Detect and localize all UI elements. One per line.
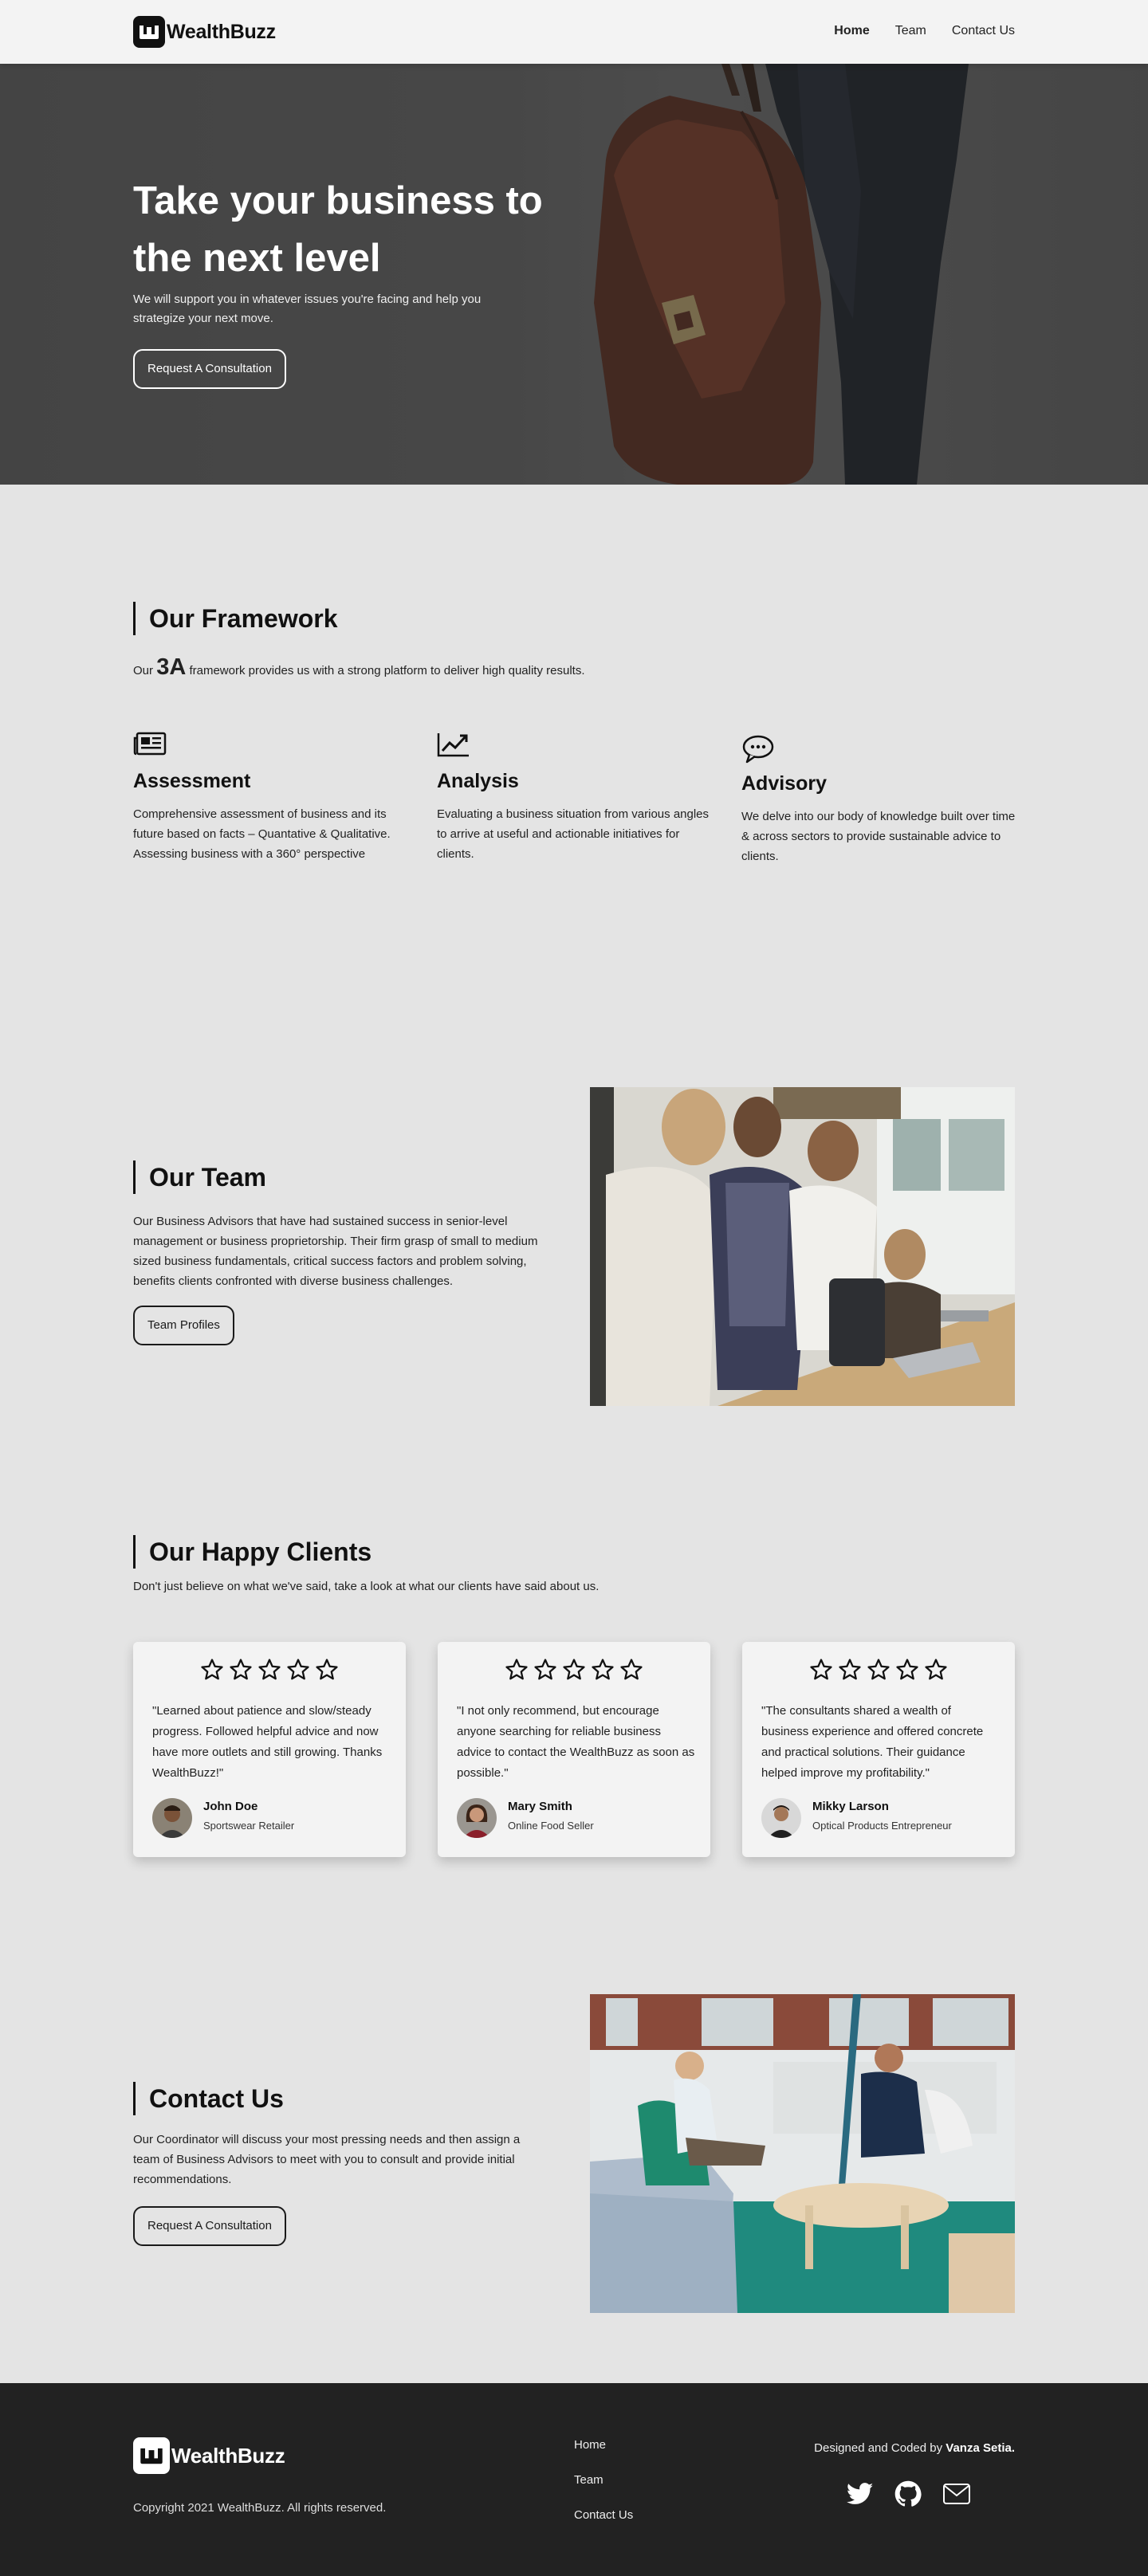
testimonial-quote: "I not only recommend, but encourage any… xyxy=(457,1704,695,1780)
testimonial-card: "The consultants shared a wealth of busi… xyxy=(742,1642,1015,1857)
footer-brand-logo[interactable]: WealthBuzz xyxy=(133,2437,285,2474)
team-description: Our Business Advisors that have had sust… xyxy=(133,1215,538,1288)
mail-icon[interactable] xyxy=(942,2483,971,2509)
nav-link-team[interactable]: Team xyxy=(895,24,926,38)
logo-mark-icon xyxy=(133,2437,170,2474)
copyright-text: Copyright 2021 WealthBuzz. All rights re… xyxy=(133,2501,387,2515)
framework-item-title: Assessment xyxy=(133,770,251,792)
clients-title: Our Happy Clients xyxy=(133,1535,372,1569)
contact-consultation-button[interactable]: Request A Consultation xyxy=(133,2206,286,2246)
star-icon xyxy=(925,1659,947,1680)
contact-title: Contact Us xyxy=(133,2082,284,2115)
framework-item-title: Advisory xyxy=(741,772,827,795)
github-icon[interactable] xyxy=(894,2480,922,2511)
logo-mark-icon xyxy=(133,16,165,48)
hero-section: Take your business to the next level We … xyxy=(0,64,1148,485)
star-icon xyxy=(505,1659,528,1680)
nav-link-home[interactable]: Home xyxy=(834,24,869,38)
client-role: Sportswear Retailer xyxy=(203,1820,295,1832)
framework-intro: Our 3A framework provides us with a stro… xyxy=(133,654,585,681)
newspaper-icon xyxy=(133,732,412,764)
site-footer: WealthBuzz Copyright 2021 WealthBuzz. Al… xyxy=(0,2383,1148,2576)
framework-section: Our Framework Our 3A framework provides … xyxy=(0,485,1148,955)
star-icon xyxy=(810,1659,832,1680)
top-navbar: WealthBuzz Home Team Contact Us xyxy=(0,0,1148,64)
framework-item-text: Evaluating a business situation from var… xyxy=(437,807,710,861)
star-icon xyxy=(287,1659,309,1680)
client-name: John Doe xyxy=(203,1800,258,1813)
framework-3a-highlight: 3A xyxy=(156,654,187,680)
star-rating xyxy=(742,1658,1015,1682)
star-rating xyxy=(438,1658,710,1682)
brand-logo[interactable]: WealthBuzz xyxy=(133,16,276,48)
star-icon xyxy=(867,1659,890,1680)
star-icon xyxy=(563,1659,585,1680)
footer-nav: Home Team Contact Us xyxy=(574,2437,633,2523)
framework-intro-prefix: Our xyxy=(133,664,154,677)
star-icon xyxy=(839,1659,861,1680)
contact-photo xyxy=(590,1994,1015,2313)
footer-link-team[interactable]: Team xyxy=(574,2472,633,2488)
client-role: Optical Products Entrepreneur xyxy=(812,1820,952,1832)
testimonial-card: "Learned about patience and slow/steady … xyxy=(133,1642,406,1857)
star-icon xyxy=(230,1659,252,1680)
avatar xyxy=(152,1798,192,1838)
star-rating xyxy=(133,1658,406,1682)
twitter-icon[interactable] xyxy=(846,2483,874,2509)
team-section: Our Team Our Business Advisors that have… xyxy=(0,955,1148,1406)
testimonial-quote: "The consultants shared a wealth of busi… xyxy=(761,1704,984,1780)
client-name: Mary Smith xyxy=(508,1800,572,1813)
star-icon xyxy=(258,1659,281,1680)
footer-link-home[interactable]: Home xyxy=(574,2437,633,2453)
team-profiles-button[interactable]: Team Profiles xyxy=(133,1306,234,1345)
credit-name[interactable]: Vanza Setia. xyxy=(946,2441,1015,2455)
framework-item-text: Comprehensive assessment of business and… xyxy=(133,807,391,861)
footer-link-contact[interactable]: Contact Us xyxy=(574,2507,633,2523)
framework-intro-suffix: framework provides us with a strong plat… xyxy=(189,664,585,677)
testimonial-card: "I not only recommend, but encourage any… xyxy=(438,1642,710,1857)
social-links xyxy=(846,2480,971,2511)
framework-item-title: Analysis xyxy=(437,770,519,792)
avatar xyxy=(761,1798,801,1838)
testimonial-quote: "Learned about patience and slow/steady … xyxy=(152,1704,383,1780)
chart-line-icon xyxy=(437,732,716,764)
hero-subtitle: We will support you in whatever issues y… xyxy=(133,293,482,325)
clients-section: Our Happy Clients Don't just believe on … xyxy=(0,1406,1148,1884)
footer-brand-name: WealthBuzz xyxy=(171,2443,285,2468)
designer-credit: Designed and Coded by Vanza Setia. xyxy=(814,2441,1015,2455)
credit-prefix: Designed and Coded by xyxy=(814,2441,943,2455)
star-icon xyxy=(201,1659,223,1680)
client-role: Online Food Seller xyxy=(508,1820,594,1832)
framework-item-analysis: Analysis Evaluating a business situation… xyxy=(437,732,716,864)
main-nav: Home Team Contact Us xyxy=(834,24,1015,38)
hero-title: Take your business to the next level xyxy=(133,179,543,280)
star-icon xyxy=(534,1659,556,1680)
star-icon xyxy=(316,1659,338,1680)
avatar xyxy=(457,1798,497,1838)
star-icon xyxy=(592,1659,614,1680)
brand-name: WealthBuzz xyxy=(167,20,276,43)
framework-item-advisory: Advisory We delve into our body of knowl… xyxy=(741,734,1020,866)
client-name: Mikky Larson xyxy=(812,1800,889,1813)
nav-link-contact[interactable]: Contact Us xyxy=(952,24,1015,38)
team-photo xyxy=(590,1087,1015,1406)
contact-section: Contact Us Our Coordinator will discuss … xyxy=(0,1884,1148,2383)
clients-intro: Don't just believe on what we've said, t… xyxy=(133,1580,600,1593)
star-icon xyxy=(620,1659,643,1680)
framework-title: Our Framework xyxy=(133,602,338,635)
framework-item-text: We delve into our body of knowledge buil… xyxy=(741,810,1016,863)
star-icon xyxy=(896,1659,918,1680)
team-title: Our Team xyxy=(133,1160,266,1194)
framework-item-assessment: Assessment Comprehensive assessment of b… xyxy=(133,732,412,864)
hero-consultation-button[interactable]: Request A Consultation xyxy=(133,349,286,389)
speech-bubble-icon xyxy=(741,734,1020,766)
contact-description: Our Coordinator will discuss your most p… xyxy=(133,2133,521,2186)
